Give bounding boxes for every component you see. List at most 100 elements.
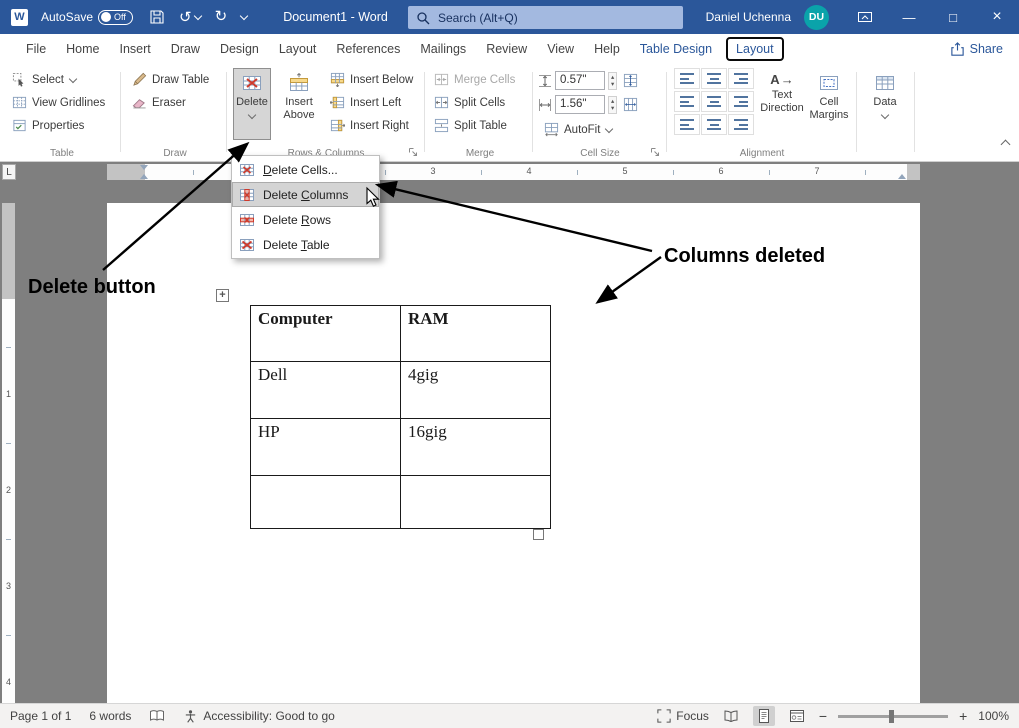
table-cell[interactable]: 4gig xyxy=(401,362,551,419)
text-direction-button[interactable]: A→ Text Direction xyxy=(758,68,806,140)
proofing-button[interactable] xyxy=(149,708,165,724)
spinner-up-icon[interactable]: ▴ xyxy=(611,98,614,105)
user-name[interactable]: Daniel Uchenna xyxy=(706,10,791,24)
align-bottom-left-button[interactable] xyxy=(674,114,700,135)
accessibility-status[interactable]: Accessibility: Good to go xyxy=(183,709,334,724)
menu-item-delete-columns[interactable]: Delete Columns xyxy=(232,182,379,207)
insert-right-button[interactable]: Insert Right xyxy=(326,115,413,136)
row-height-spinner[interactable]: ▴ ▾ xyxy=(608,72,617,90)
properties-button[interactable]: Properties xyxy=(8,115,88,136)
spinner-down-icon[interactable]: ▾ xyxy=(611,105,614,112)
user-avatar[interactable]: DU xyxy=(804,5,829,30)
web-layout-button[interactable] xyxy=(786,706,808,726)
word-logo-icon[interactable]: W xyxy=(11,9,28,26)
delete-button[interactable]: Delete xyxy=(233,68,271,140)
tab-file[interactable]: File xyxy=(16,34,56,64)
autofit-button[interactable]: AutoFit xyxy=(540,119,616,140)
page-indicator[interactable]: Page 1 of 1 xyxy=(10,709,71,723)
read-mode-button[interactable] xyxy=(720,706,742,726)
table-column-width-input[interactable]: 1.56" xyxy=(555,95,605,114)
maximize-button[interactable]: □ xyxy=(931,0,975,34)
focus-button[interactable]: Focus xyxy=(657,709,709,723)
align-top-left-button[interactable] xyxy=(674,68,700,89)
align-center-button[interactable] xyxy=(701,91,727,112)
table-move-handle[interactable]: + xyxy=(216,289,229,302)
table-resize-handle[interactable] xyxy=(533,529,544,540)
tab-view[interactable]: View xyxy=(537,34,584,64)
table-cell[interactable]: Computer xyxy=(251,306,401,362)
ribbon-display-options-button[interactable] xyxy=(843,0,887,34)
autosave-pill[interactable]: Off xyxy=(98,10,133,25)
tab-review[interactable]: Review xyxy=(476,34,537,64)
tab-insert[interactable]: Insert xyxy=(110,34,161,64)
autosave-toggle[interactable]: AutoSave Off xyxy=(41,10,133,25)
customize-qat-button[interactable] xyxy=(241,8,247,26)
table-row-height-input[interactable]: 0.57" xyxy=(555,71,605,90)
hanging-indent-marker[interactable] xyxy=(140,174,148,179)
tab-draw[interactable]: Draw xyxy=(161,34,210,64)
minimize-button[interactable]: — xyxy=(887,0,931,34)
align-bottom-center-button[interactable] xyxy=(701,114,727,135)
split-table-button[interactable]: Split Table xyxy=(430,115,511,136)
table-cell[interactable] xyxy=(401,476,551,529)
spinner-up-icon[interactable]: ▴ xyxy=(611,74,614,81)
draw-table-button[interactable]: Draw Table xyxy=(128,69,213,90)
menu-item-delete-cells[interactable]: Delete Cells... xyxy=(232,157,379,182)
table-cell[interactable]: 16gig xyxy=(401,419,551,476)
distribute-columns-button[interactable] xyxy=(620,95,640,115)
data-button[interactable]: Data xyxy=(862,68,908,140)
tab-table-layout-active[interactable]: Layout xyxy=(726,37,784,61)
share-button[interactable]: Share xyxy=(950,42,1003,57)
spinner-down-icon[interactable]: ▾ xyxy=(611,81,614,88)
zoom-in-button[interactable]: + xyxy=(959,708,967,724)
table-cell[interactable]: RAM xyxy=(401,306,551,362)
table-cell[interactable]: Dell xyxy=(251,362,401,419)
insert-left-button[interactable]: Insert Left xyxy=(326,92,405,113)
search-box[interactable] xyxy=(408,6,683,29)
tab-stop-selector[interactable]: L xyxy=(2,164,16,180)
insert-above-button[interactable]: Insert Above xyxy=(276,68,322,140)
align-top-center-button[interactable] xyxy=(701,68,727,89)
zoom-out-button[interactable]: − xyxy=(819,708,827,724)
menu-item-delete-rows[interactable]: Delete Rows xyxy=(232,207,379,232)
menu-item-delete-table[interactable]: Delete Table xyxy=(232,232,379,257)
tab-mailings[interactable]: Mailings xyxy=(410,34,476,64)
tab-layout[interactable]: Layout xyxy=(269,34,327,64)
search-input[interactable] xyxy=(436,10,675,26)
tab-references[interactable]: References xyxy=(326,34,410,64)
zoom-level[interactable]: 100% xyxy=(978,709,1009,723)
zoom-slider[interactable] xyxy=(838,715,948,718)
view-gridlines-button[interactable]: View Gridlines xyxy=(8,92,109,113)
word-count[interactable]: 6 words xyxy=(89,709,131,723)
document-table[interactable]: Computer RAM Dell 4gig HP 16gig xyxy=(250,305,551,529)
print-layout-button[interactable] xyxy=(753,706,775,726)
insert-below-button[interactable]: Insert Below xyxy=(326,69,417,90)
close-button[interactable]: × xyxy=(975,0,1019,34)
table-cell[interactable] xyxy=(251,476,401,529)
tab-home[interactable]: Home xyxy=(56,34,109,64)
column-width-spinner[interactable]: ▴ ▾ xyxy=(608,96,617,114)
align-center-right-button[interactable] xyxy=(728,91,754,112)
eraser-button[interactable]: Eraser xyxy=(128,92,190,113)
split-cells-button[interactable]: Split Cells xyxy=(430,92,509,113)
collapse-ribbon-button[interactable] xyxy=(1002,135,1009,153)
cell-margins-button[interactable]: Cell Margins xyxy=(806,68,852,140)
tab-table-design[interactable]: Table Design xyxy=(630,34,722,64)
save-button[interactable] xyxy=(149,9,165,25)
select-button[interactable]: Select xyxy=(8,69,80,90)
right-indent-marker[interactable] xyxy=(898,174,906,179)
align-bottom-right-button[interactable] xyxy=(728,114,754,135)
align-center-left-button[interactable] xyxy=(674,91,700,112)
tab-design[interactable]: Design xyxy=(210,34,269,64)
first-line-indent-marker[interactable] xyxy=(140,165,148,170)
table-cell[interactable]: HP xyxy=(251,419,401,476)
align-top-right-button[interactable] xyxy=(728,68,754,89)
undo-button[interactable]: ↺ xyxy=(179,10,201,25)
zoom-slider-thumb[interactable] xyxy=(889,710,894,723)
vertical-ruler[interactable]: 1 2 3 4 xyxy=(2,203,15,703)
distribute-rows-button[interactable] xyxy=(620,71,640,91)
redo-button[interactable]: ↻ xyxy=(215,8,228,26)
horizontal-ruler[interactable]: 1 2 3 4 5 6 7 xyxy=(107,164,920,180)
tab-help[interactable]: Help xyxy=(584,34,630,64)
document-page[interactable]: Computer RAM Dell 4gig HP 16gig xyxy=(107,203,920,703)
